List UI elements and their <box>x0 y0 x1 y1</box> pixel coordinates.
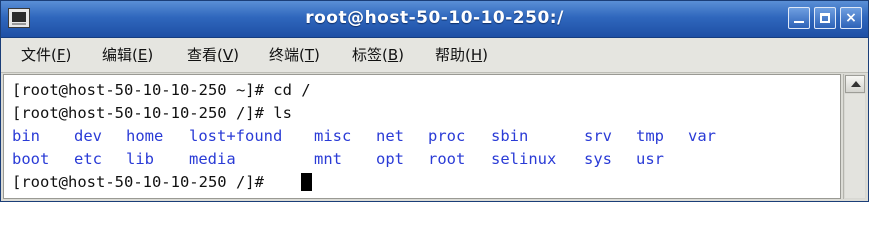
ls-entry: lost+found <box>189 127 283 145</box>
ls-entry: root <box>428 150 466 168</box>
menu-edit[interactable]: 编辑(E) <box>102 45 153 65</box>
ls-entry: mnt <box>314 150 342 168</box>
vertical-scrollbar[interactable] <box>843 74 866 199</box>
close-button[interactable]: × <box>840 7 862 29</box>
ls-entry: dev <box>74 127 102 145</box>
menu-terminal[interactable]: 终端(T) <box>269 45 320 65</box>
ls-entry: media <box>189 150 236 168</box>
terminal-output[interactable]: [root@host-50-10-10-250 ~]# cd / [root@h… <box>3 74 841 199</box>
ls-entry: net <box>376 127 404 145</box>
minimize-button[interactable] <box>788 7 810 29</box>
terminal-line-ls: [root@host-50-10-10-250 /]# ls <box>12 104 292 122</box>
ls-entry: usr <box>636 150 664 168</box>
ls-entry: var <box>688 127 716 145</box>
terminal-prompt: [root@host-50-10-10-250 /]# <box>12 173 274 191</box>
window-title: root@host-50-10-10-250:/ <box>305 8 564 28</box>
menu-bar: 文件(F) 编辑(E) 查看(V) 终端(T) 标签(B) 帮助(H) <box>1 38 868 73</box>
ls-entry: bin <box>12 127 40 145</box>
ls-entry: tmp <box>636 127 664 145</box>
ls-entry: opt <box>376 150 404 168</box>
ls-entry: lib <box>126 150 154 168</box>
ls-entry: srv <box>584 127 612 145</box>
scroll-up-arrow-icon[interactable] <box>845 75 865 93</box>
maximize-button[interactable] <box>814 7 836 29</box>
scroll-track[interactable] <box>845 94 865 198</box>
minimize-icon <box>794 21 804 23</box>
menu-view[interactable]: 查看(V) <box>187 45 239 65</box>
ls-entry: selinux <box>491 150 557 168</box>
menu-file[interactable]: 文件(F) <box>21 45 71 65</box>
ls-entry: proc <box>428 127 466 145</box>
title-bar[interactable]: root@host-50-10-10-250:/ × <box>1 1 868 38</box>
terminal-window: root@host-50-10-10-250:/ × 文件(F) 编辑(E) 查… <box>0 0 869 202</box>
terminal-cursor <box>301 173 312 191</box>
ls-entry: misc <box>314 127 352 145</box>
ls-entry: sbin <box>491 127 529 145</box>
ls-entry: sys <box>584 150 612 168</box>
maximize-icon <box>820 13 830 23</box>
menu-tabs[interactable]: 标签(B) <box>352 45 404 65</box>
ls-entry: boot <box>12 150 50 168</box>
close-icon: × <box>845 10 857 26</box>
terminal-line-cd: [root@host-50-10-10-250 ~]# cd / <box>12 81 311 99</box>
ls-entry: etc <box>74 150 102 168</box>
menu-help[interactable]: 帮助(H) <box>435 45 488 65</box>
ls-entry: home <box>126 127 164 145</box>
